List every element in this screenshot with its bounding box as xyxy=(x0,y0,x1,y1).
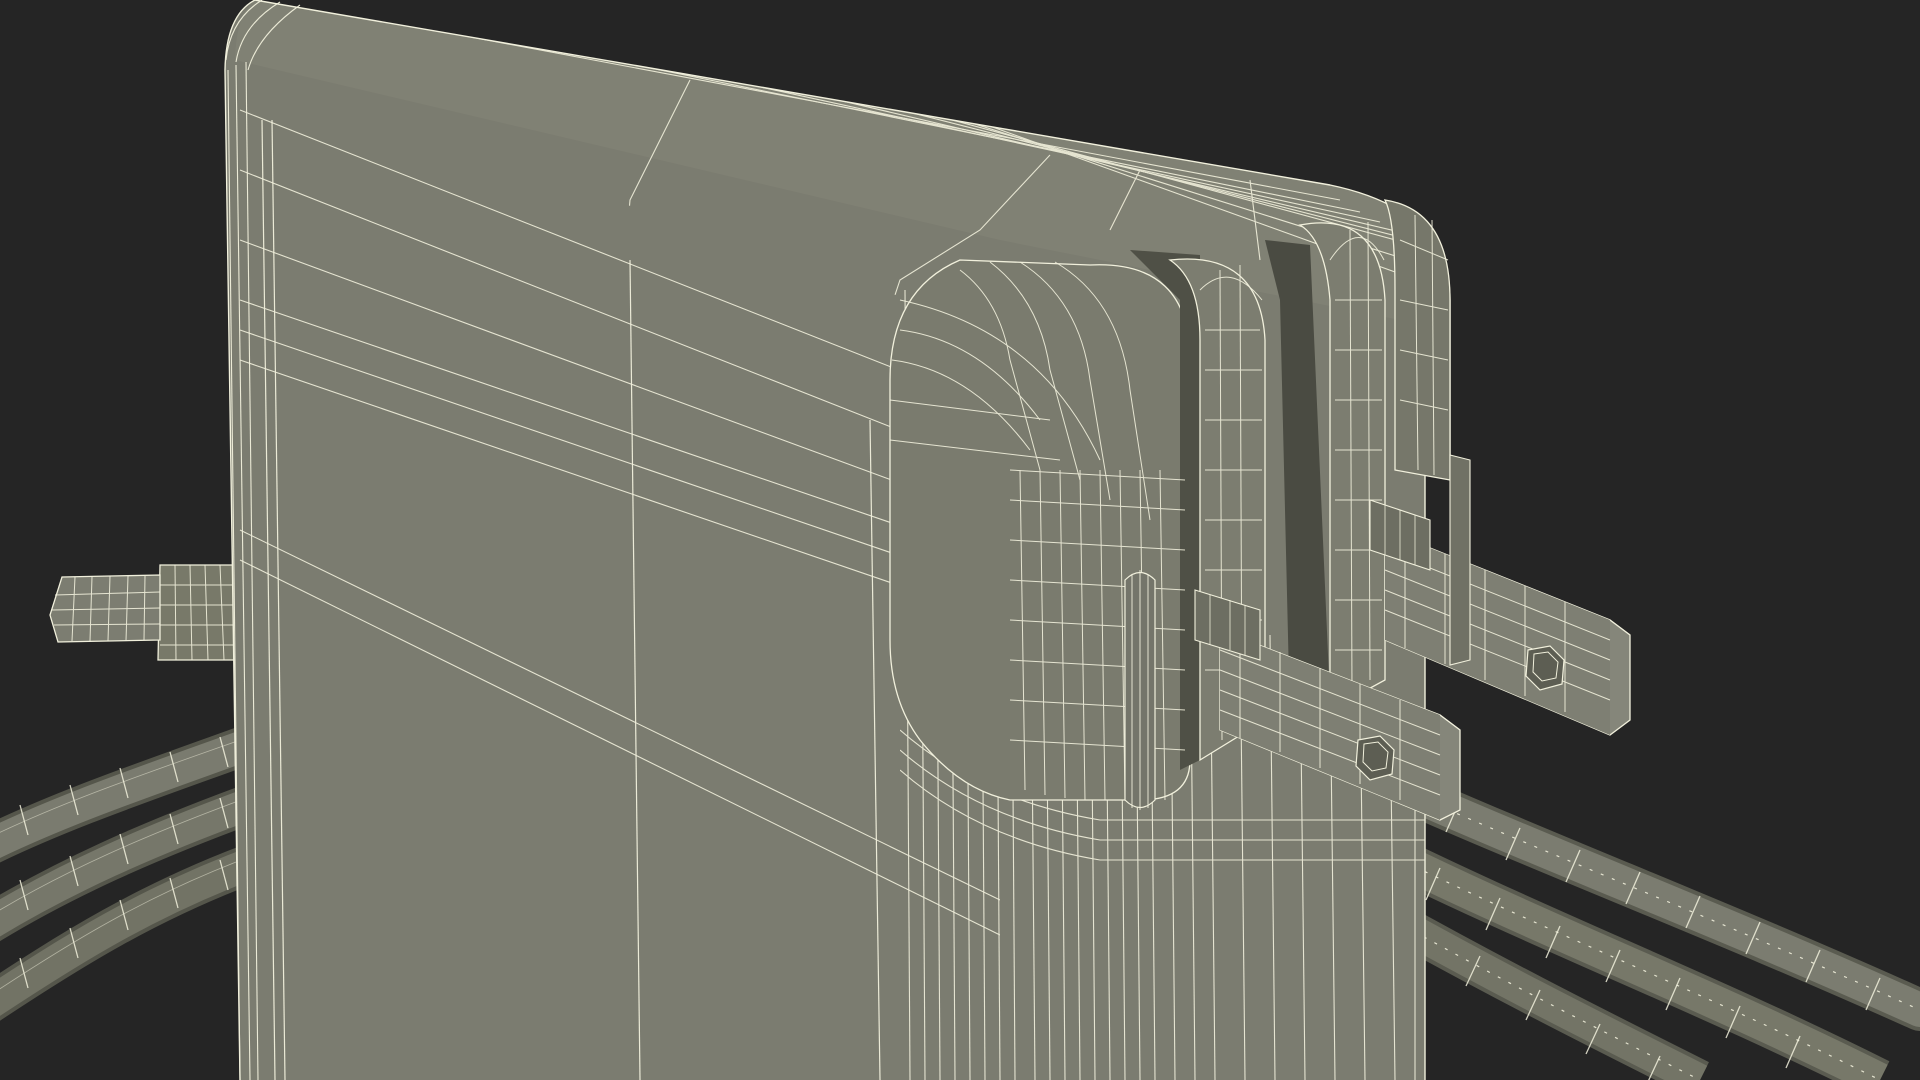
render-viewport[interactable] xyxy=(0,0,1920,1080)
cable-loop-left xyxy=(0,721,267,1021)
side-tab xyxy=(1449,454,1471,666)
wireframe-render xyxy=(0,0,1920,1080)
adapter-body xyxy=(224,0,1451,1080)
cable-loop-back xyxy=(1330,759,1920,1080)
